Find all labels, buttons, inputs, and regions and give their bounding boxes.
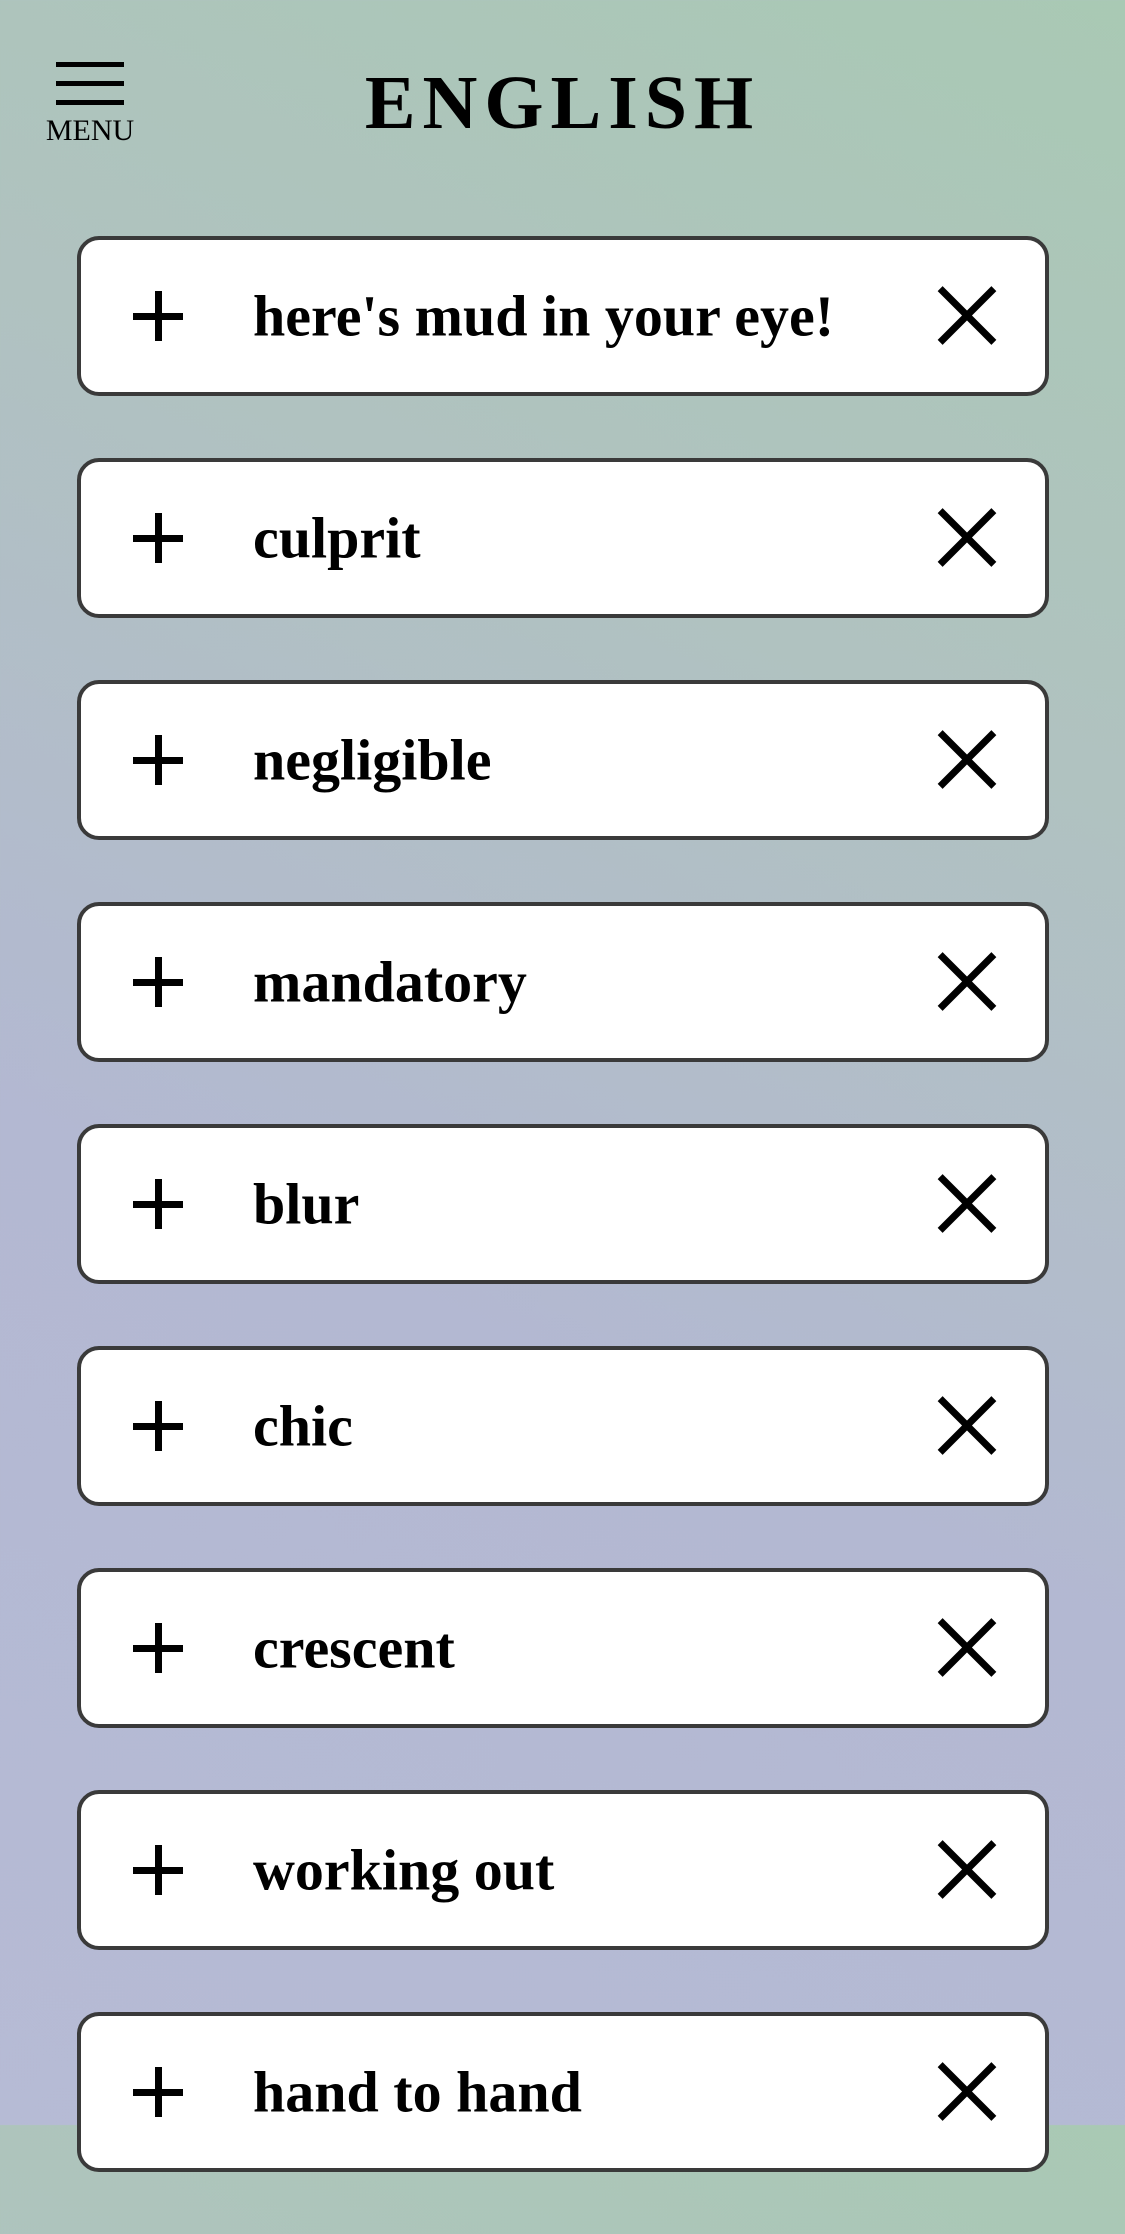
word-text: hand to hand bbox=[253, 2059, 582, 2125]
plus-icon[interactable] bbox=[133, 1845, 183, 1895]
close-icon[interactable] bbox=[935, 2060, 999, 2124]
word-text: here's mud in your eye! bbox=[253, 283, 835, 349]
close-icon[interactable] bbox=[935, 950, 999, 1014]
plus-icon[interactable] bbox=[133, 513, 183, 563]
plus-icon[interactable] bbox=[133, 291, 183, 341]
close-icon[interactable] bbox=[935, 1172, 999, 1236]
plus-icon[interactable] bbox=[133, 1623, 183, 1673]
word-row[interactable]: blur bbox=[77, 1124, 1049, 1284]
word-row[interactable]: negligible bbox=[77, 680, 1049, 840]
word-text: chic bbox=[253, 1393, 353, 1459]
close-icon[interactable] bbox=[935, 284, 999, 348]
plus-icon[interactable] bbox=[133, 2067, 183, 2117]
close-icon[interactable] bbox=[935, 506, 999, 570]
page-title: ENGLISH bbox=[364, 61, 761, 145]
word-row[interactable]: culprit bbox=[77, 458, 1049, 618]
word-text: negligible bbox=[253, 727, 492, 793]
close-icon[interactable] bbox=[935, 1394, 999, 1458]
word-list: here's mud in your eye! culprit negligib… bbox=[77, 236, 1049, 2234]
plus-icon[interactable] bbox=[133, 1401, 183, 1451]
plus-icon[interactable] bbox=[133, 957, 183, 1007]
close-icon[interactable] bbox=[935, 728, 999, 792]
plus-icon[interactable] bbox=[133, 1179, 183, 1229]
word-text: crescent bbox=[253, 1615, 455, 1681]
word-row[interactable]: working out bbox=[77, 1790, 1049, 1950]
word-text: blur bbox=[253, 1171, 360, 1237]
word-text: mandatory bbox=[253, 949, 527, 1015]
plus-icon[interactable] bbox=[133, 735, 183, 785]
word-text: culprit bbox=[253, 505, 421, 571]
word-text: working out bbox=[253, 1837, 555, 1903]
close-icon[interactable] bbox=[935, 1616, 999, 1680]
close-icon[interactable] bbox=[935, 1838, 999, 1902]
word-row[interactable]: chic bbox=[77, 1346, 1049, 1506]
word-row[interactable]: hand to hand bbox=[77, 2012, 1049, 2172]
word-row[interactable]: mandatory bbox=[77, 902, 1049, 1062]
word-row[interactable]: crescent bbox=[77, 1568, 1049, 1728]
word-row[interactable]: here's mud in your eye! bbox=[77, 236, 1049, 396]
